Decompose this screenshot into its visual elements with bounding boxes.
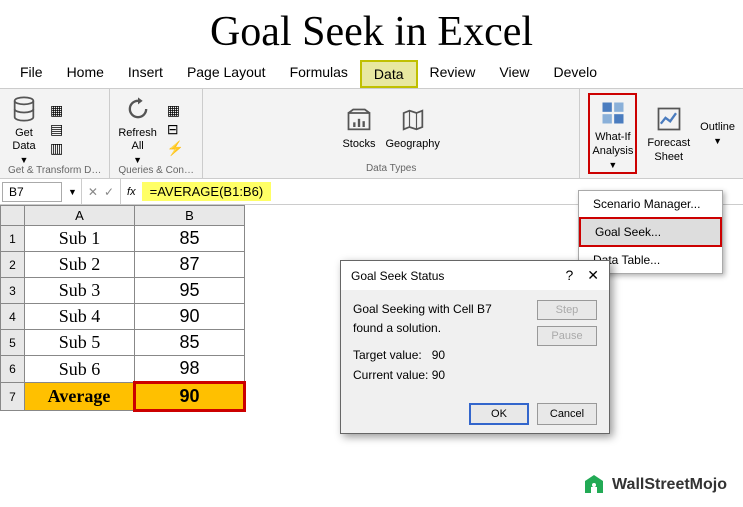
- wallstreetmojo-logo-icon: [582, 473, 606, 497]
- row-header[interactable]: 1: [1, 226, 25, 252]
- database-icon: [8, 93, 40, 125]
- fx-icon[interactable]: fx: [121, 186, 142, 198]
- enter-formula-icon[interactable]: ✓: [104, 185, 114, 199]
- goal-seek-status-dialog: Goal Seek Status ? ✕ Goal Seeking with C…: [340, 260, 610, 434]
- small-icon-1[interactable]: ▦: [50, 102, 63, 119]
- table-row: 3 Sub 3 95: [1, 278, 245, 304]
- cell[interactable]: 87: [135, 252, 245, 278]
- small-icon-6[interactable]: ⚡: [167, 140, 184, 157]
- col-header-a[interactable]: A: [25, 206, 135, 226]
- row-header[interactable]: 7: [1, 383, 25, 411]
- dialog-message: Goal Seeking with Cell B7 found a soluti…: [353, 300, 525, 385]
- whatif-icon: [597, 97, 629, 129]
- group-label-3: Data Types: [211, 163, 571, 174]
- get-data-button[interactable]: Get Data ▼: [8, 93, 40, 165]
- close-icon[interactable]: ✕: [587, 267, 599, 284]
- stocks-button[interactable]: Stocks: [342, 104, 375, 151]
- small-icon-2[interactable]: ▤: [50, 121, 63, 138]
- group-label-2: Queries & Con…: [118, 165, 194, 176]
- geography-icon: [397, 104, 429, 136]
- help-icon[interactable]: ?: [565, 267, 573, 284]
- row-header[interactable]: 5: [1, 330, 25, 356]
- ribbon-tabs: File Home Insert Page Layout Formulas Da…: [0, 60, 743, 89]
- stocks-icon: [343, 104, 375, 136]
- get-data-label: Get Data: [12, 127, 35, 153]
- cancel-button[interactable]: Cancel: [537, 403, 597, 425]
- average-row: 7 Average 90: [1, 383, 245, 411]
- row-header[interactable]: 3: [1, 278, 25, 304]
- table-row: 4 Sub 4 90: [1, 304, 245, 330]
- cell[interactable]: 90: [135, 304, 245, 330]
- forecast-label: Forecast Sheet: [647, 137, 690, 163]
- tab-formulas[interactable]: Formulas: [278, 60, 360, 88]
- group-label-1: Get & Transform D…: [8, 165, 101, 176]
- geography-button[interactable]: Geography: [385, 104, 439, 151]
- cell[interactable]: 85: [135, 226, 245, 252]
- goal-seek-item[interactable]: Goal Seek...: [579, 217, 722, 247]
- cell[interactable]: 95: [135, 278, 245, 304]
- table-row: 6 Sub 6 98: [1, 356, 245, 383]
- dialog-title: Goal Seek Status: [351, 269, 444, 283]
- tab-home[interactable]: Home: [55, 60, 116, 88]
- page-title: Goal Seek in Excel: [0, 0, 743, 60]
- pause-button[interactable]: Pause: [537, 326, 597, 346]
- col-header-b[interactable]: B: [135, 206, 245, 226]
- name-box[interactable]: B7: [2, 182, 62, 202]
- table-row: 1 Sub 1 85: [1, 226, 245, 252]
- tab-page-layout[interactable]: Page Layout: [175, 60, 278, 88]
- refresh-icon: [122, 93, 154, 125]
- cell[interactable]: 85: [135, 330, 245, 356]
- refresh-all-button[interactable]: Refresh All ▼: [118, 93, 157, 165]
- small-icon-5[interactable]: ⊟: [167, 121, 184, 138]
- cell[interactable]: Sub 1: [25, 226, 135, 252]
- cell[interactable]: Sub 4: [25, 304, 135, 330]
- table-row: 2 Sub 2 87: [1, 252, 245, 278]
- tab-insert[interactable]: Insert: [116, 60, 175, 88]
- whatif-label: What-If Analysis: [592, 131, 633, 157]
- corner-cell[interactable]: [1, 206, 25, 226]
- watermark: WallStreetMojo: [582, 473, 727, 497]
- cancel-formula-icon[interactable]: ✕: [88, 185, 98, 199]
- forecast-sheet-button[interactable]: Forecast Sheet: [647, 103, 690, 163]
- ribbon: Get Data ▼ ▦ ▤ ▥ Get & Transform D… Refr…: [0, 89, 743, 179]
- step-button[interactable]: Step: [537, 300, 597, 320]
- chevron-down-icon: ▼: [608, 160, 617, 170]
- tab-file[interactable]: File: [8, 60, 55, 88]
- outline-label: Outline: [700, 121, 735, 134]
- tab-view[interactable]: View: [487, 60, 541, 88]
- table-row: 5 Sub 5 85: [1, 330, 245, 356]
- row-header[interactable]: 4: [1, 304, 25, 330]
- geography-label: Geography: [385, 138, 439, 151]
- stocks-label: Stocks: [342, 138, 375, 151]
- cell[interactable]: Sub 3: [25, 278, 135, 304]
- row-header[interactable]: 6: [1, 356, 25, 383]
- cell[interactable]: Sub 6: [25, 356, 135, 383]
- tab-developer[interactable]: Develo: [542, 60, 610, 88]
- what-if-analysis-button[interactable]: What-If Analysis ▼: [588, 93, 637, 173]
- ok-button[interactable]: OK: [469, 403, 529, 425]
- average-result-cell[interactable]: 90: [135, 383, 245, 411]
- small-icon-3[interactable]: ▥: [50, 140, 63, 157]
- forecast-icon: [653, 103, 685, 135]
- formula-input[interactable]: =AVERAGE(B1:B6): [142, 182, 272, 201]
- chevron-down-icon: ▼: [20, 155, 29, 165]
- refresh-label: Refresh All: [118, 127, 157, 153]
- tab-review[interactable]: Review: [418, 60, 488, 88]
- row-header[interactable]: 2: [1, 252, 25, 278]
- cell[interactable]: Sub 5: [25, 330, 135, 356]
- tab-data[interactable]: Data: [360, 60, 418, 88]
- outline-button[interactable]: Outline ▼: [700, 121, 735, 146]
- scenario-manager-item[interactable]: Scenario Manager...: [579, 191, 722, 217]
- average-label-cell[interactable]: Average: [25, 383, 135, 411]
- cell[interactable]: 98: [135, 356, 245, 383]
- cell[interactable]: Sub 2: [25, 252, 135, 278]
- chevron-down-icon: ▼: [713, 136, 722, 146]
- chevron-down-icon: ▼: [133, 155, 142, 165]
- spreadsheet: A B 1 Sub 1 85 2 Sub 2 87 3 Sub 3 95 4 S…: [0, 205, 246, 412]
- name-box-dropdown-icon[interactable]: ▼: [64, 187, 81, 197]
- small-icon-4[interactable]: ▦: [167, 102, 184, 119]
